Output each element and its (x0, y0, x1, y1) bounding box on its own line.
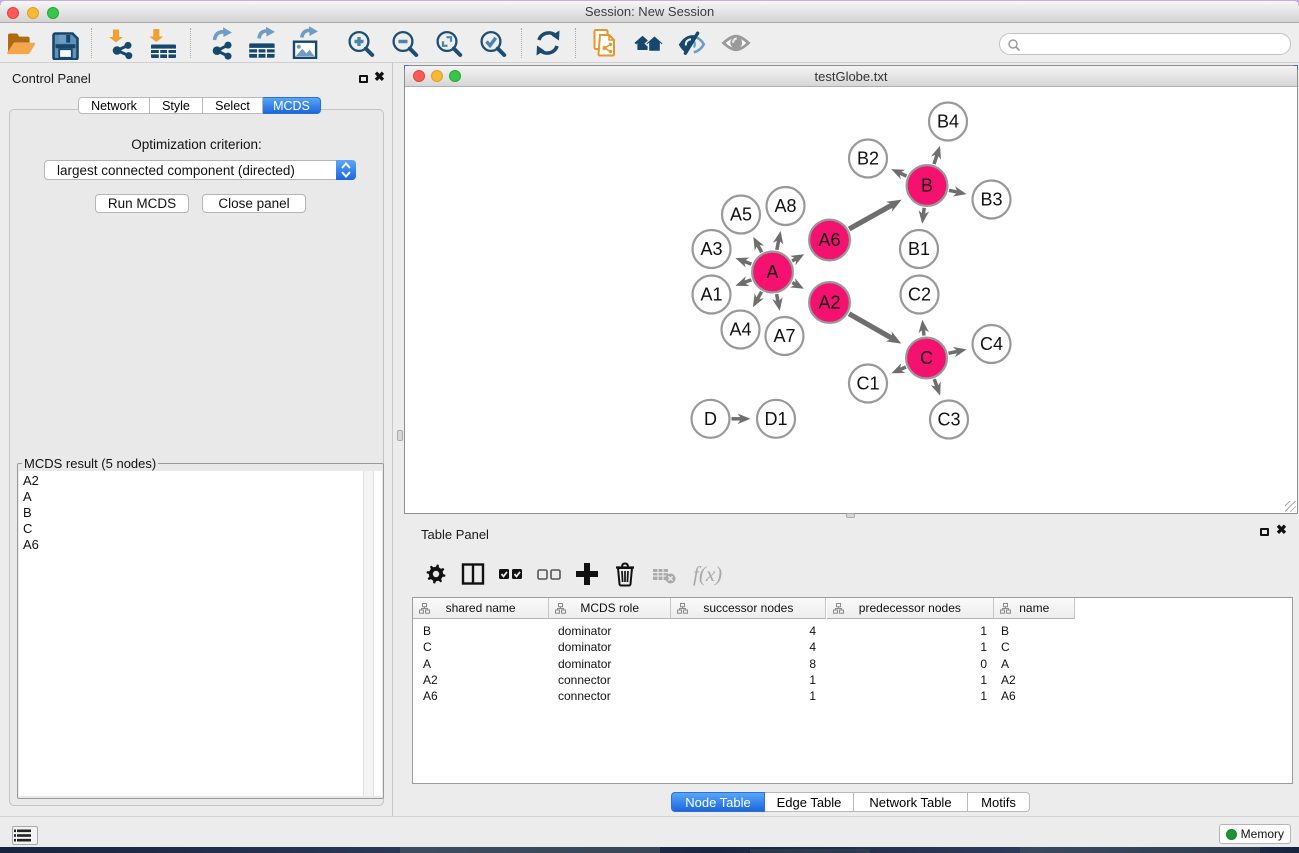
svg-text:A3: A3 (700, 239, 722, 259)
svg-text:B2: B2 (857, 149, 879, 169)
svg-text:A6: A6 (818, 230, 840, 250)
svg-text:B1: B1 (908, 239, 930, 259)
svg-text:A7: A7 (773, 326, 795, 346)
svg-text:A2: A2 (818, 293, 840, 313)
svg-text:D1: D1 (764, 409, 787, 429)
svg-text:f(x): f(x) (693, 562, 722, 586)
svg-text:A8: A8 (774, 196, 796, 216)
svg-text:C4: C4 (980, 334, 1003, 354)
svg-text:A: A (766, 262, 778, 282)
svg-text:C3: C3 (937, 410, 960, 430)
svg-text:A4: A4 (729, 320, 751, 340)
svg-text:C2: C2 (908, 285, 931, 305)
svg-text:C1: C1 (856, 374, 879, 394)
svg-text:A1: A1 (700, 285, 722, 305)
svg-text:C: C (920, 348, 933, 368)
svg-text:B: B (921, 176, 933, 196)
svg-text:D: D (704, 409, 717, 429)
svg-text:A5: A5 (730, 205, 752, 225)
svg-text:B4: B4 (937, 112, 959, 132)
svg-text:B3: B3 (980, 190, 1002, 210)
